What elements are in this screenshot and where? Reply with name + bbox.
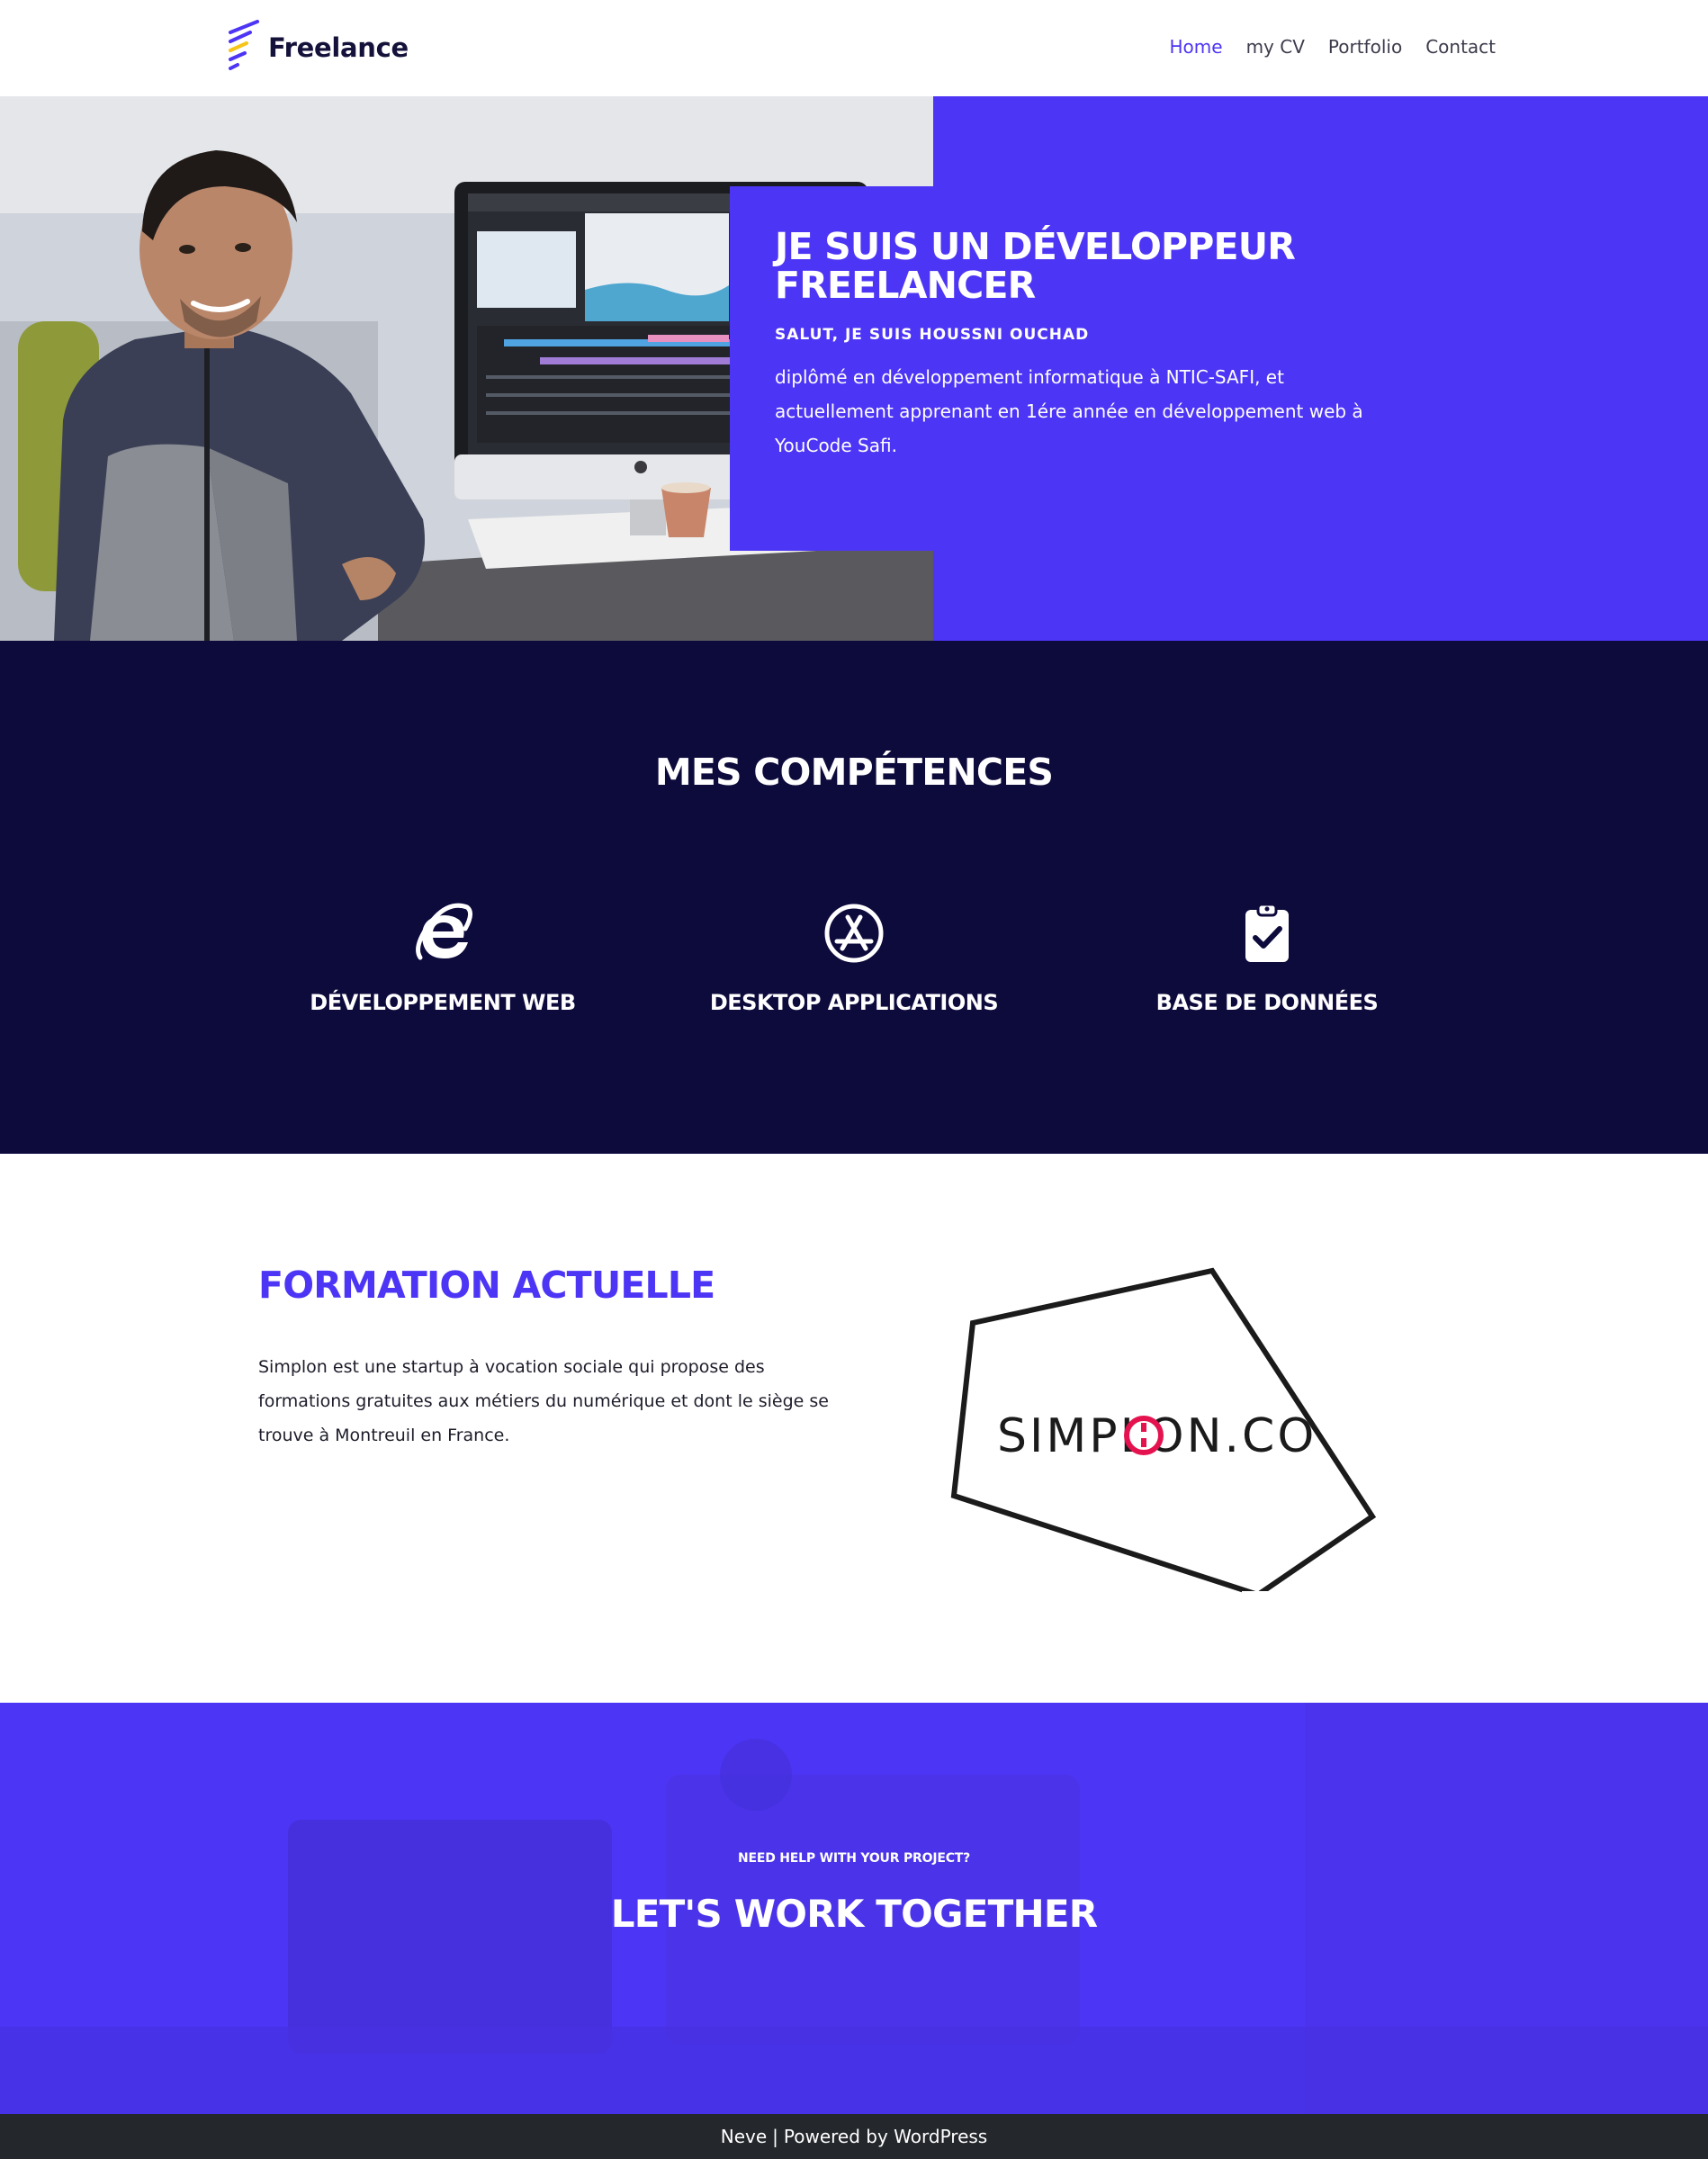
skills-section: Mes compétences Développement Web Deskto… — [0, 641, 1708, 1154]
logo-text: Freelance — [268, 32, 409, 63]
simplon-logo: SIMPLON.CO — [945, 1262, 1386, 1595]
app-store-icon — [824, 904, 884, 963]
main-nav: Home my CV Portfolio Contact — [1170, 32, 1496, 62]
formation-text: Simplon est une startup à vocation socia… — [258, 1357, 829, 1445]
nav-portfolio[interactable]: Portfolio — [1328, 32, 1402, 62]
formation-title: Formation actuelle — [258, 1264, 715, 1307]
hero-text: diplômé en développement informatique à … — [775, 366, 1363, 456]
skills-title: Mes compétences — [654, 751, 1054, 794]
skill-web-label: Développement Web — [310, 990, 576, 1015]
cta-section: Need help with your project? Let's work … — [0, 1703, 1708, 2114]
skill-database: Base de données — [1060, 902, 1474, 1015]
site-logo[interactable]: Freelance — [225, 20, 409, 76]
hero-title: Je suis un Développeur freelancer — [775, 225, 1296, 307]
skill-desktop-label: Desktop applications — [709, 990, 999, 1015]
nav-contact[interactable]: Contact — [1425, 32, 1496, 62]
footer-separator: | — [772, 2126, 778, 2147]
skill-web: Développement Web — [236, 902, 650, 1015]
internet-explorer-icon — [416, 903, 472, 960]
site-footer: Neve | Powered by WordPress — [0, 2114, 1708, 2159]
hero-subtitle: Salut, je suis Houssni Ouchad — [775, 326, 1090, 344]
hero-card: Je suis un Développeur freelancer Salut,… — [730, 186, 1423, 551]
cta-title: Let's work together — [610, 1892, 1098, 1936]
site-header: Freelance Home my CV Portfolio Contact — [0, 0, 1708, 96]
logo-icon — [229, 20, 259, 70]
formation-section: Formation actuelle Simplon est une start… — [0, 1154, 1708, 1703]
footer-wordpress-link[interactable]: Powered by WordPress — [784, 2126, 987, 2147]
skill-desktop: Desktop applications — [647, 902, 1061, 1015]
cta-kicker: Need help with your project? — [737, 1851, 971, 1866]
clipboard-check-icon — [1245, 903, 1289, 962]
footer-theme-link[interactable]: Neve — [721, 2126, 767, 2147]
skill-database-label: Base de données — [1155, 990, 1379, 1015]
nav-my-cv[interactable]: my CV — [1246, 32, 1305, 62]
nav-home[interactable]: Home — [1170, 32, 1223, 62]
hero-section: Je suis un Développeur freelancer Salut,… — [0, 96, 1708, 641]
